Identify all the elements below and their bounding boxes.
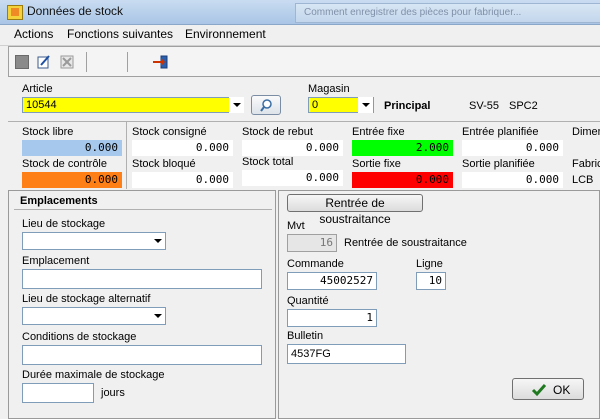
search-icon — [260, 99, 272, 112]
divider — [8, 121, 600, 122]
sortie-planifiee-label: Sortie planifiée — [462, 158, 535, 170]
material-code: SV-55 — [469, 100, 499, 112]
search-button[interactable] — [251, 95, 281, 115]
stock-controle-label: Stock de contrôle — [22, 158, 107, 170]
toolbar-separator — [86, 52, 87, 72]
entree-fixe-value: 2.000 — [352, 140, 453, 156]
stock-consigne-label: Stock consigné — [132, 126, 207, 138]
article-field[interactable]: 10544 — [22, 97, 244, 113]
stock-total-label: Stock total — [242, 156, 294, 168]
toolbar — [8, 46, 600, 77]
delete-icon[interactable] — [60, 55, 74, 69]
dimension-label: Dimen — [572, 126, 600, 138]
duree-max-stockage-label: Durée maximale de stockage — [22, 369, 165, 381]
ligne-label: Ligne — [416, 258, 443, 270]
chevron-down-icon[interactable] — [150, 308, 165, 324]
fabricant-label: Fabric — [572, 158, 600, 170]
app-icon — [7, 5, 23, 20]
stock-libre-label: Stock libre — [22, 126, 74, 138]
entree-planifiee-label: Entrée planifiée — [462, 126, 539, 138]
entree-fixe-label: Entrée fixe — [352, 126, 405, 138]
window-title: Données de stock — [27, 4, 124, 18]
quantite-field[interactable]: 1 — [287, 309, 377, 327]
menu-actions[interactable]: Actions — [14, 27, 53, 41]
principal-label: Principal — [384, 100, 431, 112]
menu-bar: Actions Fonctions suivantes Environnemen… — [0, 25, 600, 46]
sortie-planifiee-value: 0.000 — [462, 172, 563, 188]
bulletin-field[interactable]: 4537FG — [287, 344, 406, 364]
fabricant-value: LCB — [572, 174, 594, 186]
ok-label: OK — [553, 383, 571, 397]
ok-button[interactable]: OK — [512, 378, 584, 400]
menu-environnement[interactable]: Environnement — [185, 27, 266, 41]
rentree-soustraitance-button[interactable]: Rentrée de soustraitance — [287, 194, 423, 226]
stock-consigne-value: 0.000 — [132, 140, 233, 156]
conditions-stockage-label: Conditions de stockage — [22, 331, 137, 343]
stock-bloque-value: 0.000 — [132, 172, 233, 188]
lieu-stockage-alternatif-label: Lieu de stockage alternatif — [22, 293, 151, 305]
mvt-field: 16 — [287, 234, 337, 252]
stock-bloque-label: Stock bloqué — [132, 158, 196, 170]
lieu-stockage-alternatif-select[interactable] — [22, 307, 166, 325]
bulletin-label: Bulletin — [287, 330, 324, 342]
ligne-field[interactable]: 10 — [416, 272, 446, 290]
checkmark-icon — [531, 384, 547, 397]
quantite-label: Quantité — [287, 295, 329, 307]
chevron-down-icon[interactable] — [229, 97, 244, 113]
divider — [14, 209, 272, 210]
sortie-fixe-label: Sortie fixe — [352, 158, 401, 170]
stock-total-value: 0.000 — [242, 170, 343, 186]
jours-label: jours — [101, 387, 125, 399]
chevron-down-icon[interactable] — [150, 233, 165, 249]
lieu-stockage-select[interactable] — [22, 232, 166, 250]
chevron-down-icon[interactable] — [358, 97, 373, 113]
exit-icon[interactable] — [153, 55, 168, 69]
menu-fonctions-suivantes[interactable]: Fonctions suivantes — [67, 27, 173, 41]
article-label: Article — [22, 83, 53, 95]
duree-max-stockage-field[interactable] — [22, 383, 94, 403]
sortie-fixe-value: 0.000 — [352, 172, 453, 188]
edit-icon[interactable] — [37, 55, 51, 69]
plant-code: SPC2 — [509, 100, 538, 112]
stock-libre-value: 0.000 — [22, 140, 122, 156]
background-window-title: Comment enregistrer des pièces pour fabr… — [295, 3, 600, 23]
lieu-stockage-label: Lieu de stockage — [22, 218, 106, 230]
stock-rebut-value: 0.000 — [242, 140, 343, 156]
emplacements-title: Emplacements — [20, 195, 98, 207]
save-icon[interactable] — [15, 55, 29, 69]
commande-label: Commande — [287, 258, 344, 270]
title-bar: Données de stock Comment enregistrer des… — [0, 0, 600, 25]
magasin-label: Magasin — [308, 83, 350, 95]
stock-controle-value: 0.000 — [22, 172, 122, 188]
entree-planifiee-value: 0.000 — [462, 140, 563, 156]
emplacement-field[interactable] — [22, 269, 262, 289]
commande-field[interactable]: 45002527 — [287, 272, 377, 290]
conditions-stockage-field[interactable] — [22, 345, 262, 365]
mvt-description: Rentrée de soustraitance — [344, 237, 467, 249]
emplacement-label: Emplacement — [22, 255, 90, 267]
toolbar-separator — [127, 52, 128, 72]
mvt-label: Mvt — [287, 220, 305, 232]
divider — [126, 121, 127, 189]
stock-rebut-label: Stock de rebut — [242, 126, 313, 138]
